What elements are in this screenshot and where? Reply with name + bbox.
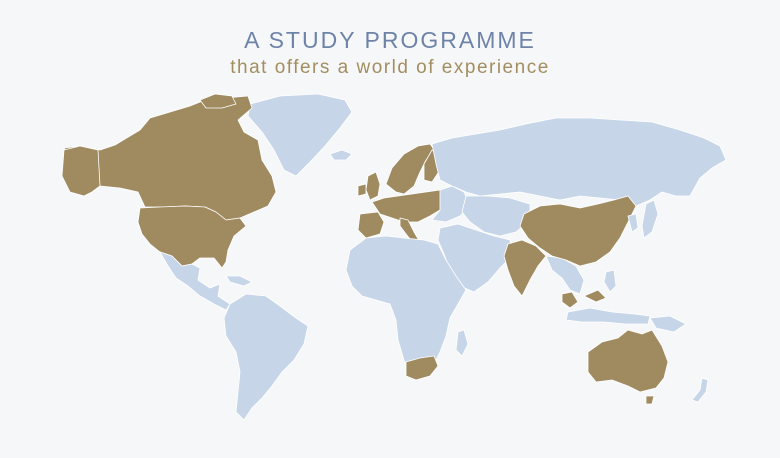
- country-philippines: [603, 269, 617, 293]
- country-united-states-alaska: [61, 145, 101, 197]
- region-western-europe: [371, 189, 445, 223]
- region-caribbean: [225, 275, 253, 287]
- country-spain-portugal: [357, 211, 385, 239]
- country-korea: [627, 213, 639, 233]
- world-map: [61, 93, 727, 421]
- country-new-zealand: [691, 377, 709, 403]
- country-australia-tasmania: [645, 395, 655, 405]
- country-russia: [431, 117, 727, 207]
- country-iceland: [329, 149, 353, 161]
- country-malaysia: [561, 291, 579, 309]
- country-madagascar: [455, 329, 469, 357]
- country-india: [503, 239, 547, 297]
- country-canada-islands: [199, 93, 237, 109]
- country-australia: [587, 329, 669, 393]
- continent-south-america: [223, 293, 309, 421]
- country-united-kingdom: [365, 171, 381, 201]
- country-papua-new-guinea: [649, 315, 687, 333]
- country-ireland: [357, 183, 367, 197]
- region-indonesia: [565, 307, 651, 325]
- country-japan: [641, 199, 659, 239]
- country-malaysia-borneo: [583, 289, 607, 303]
